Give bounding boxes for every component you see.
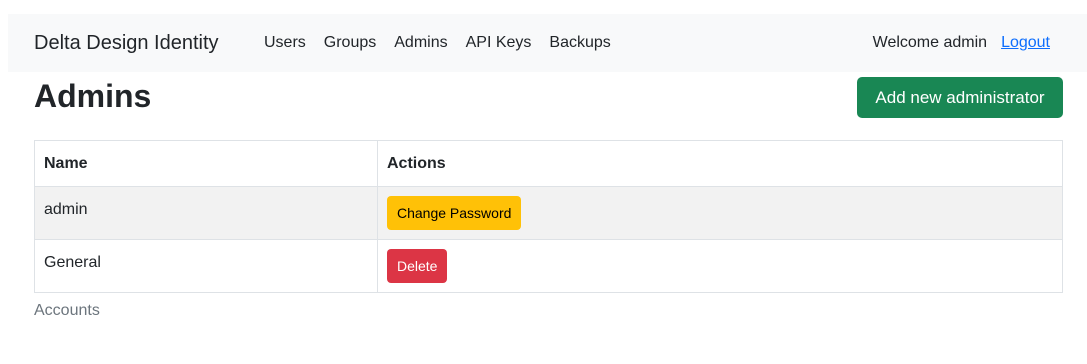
nav-links: Users Groups Admins API Keys Backups: [264, 14, 629, 72]
nav-user-area: Welcome admin Logout: [873, 14, 1050, 72]
table-cell-actions: Delete: [377, 239, 1063, 293]
table-cell-actions: Change Password: [377, 186, 1063, 240]
table-row: admin Change Password: [34, 186, 1063, 240]
brand-name[interactable]: Delta Design Identity: [34, 14, 219, 72]
page: Delta Design Identity Users Groups Admin…: [0, 0, 1087, 364]
admin-name: General: [44, 254, 101, 271]
table-header-row: Name Actions: [34, 140, 1063, 187]
admin-name: admin: [44, 201, 88, 218]
welcome-text: Welcome admin: [872, 34, 988, 51]
change-password-button[interactable]: Change Password: [387, 196, 522, 230]
column-header-actions: Actions: [377, 140, 1063, 187]
column-header-name: Name: [34, 140, 378, 187]
logout-link[interactable]: Logout: [1001, 34, 1050, 52]
nav-link-backups[interactable]: Backups: [549, 34, 610, 52]
nav-link-api-keys[interactable]: API Keys: [466, 34, 532, 52]
nav-link-admins[interactable]: Admins: [394, 34, 447, 52]
top-navbar: Delta Design Identity Users Groups Admin…: [8, 14, 1087, 72]
table-row: General Delete: [34, 239, 1063, 293]
nav-link-groups[interactable]: Groups: [324, 34, 376, 52]
table-cell-name: General: [34, 239, 378, 293]
page-title: Admins: [34, 78, 152, 114]
admins-table: Name Actions admin Change Password Gener…: [34, 140, 1063, 293]
add-administrator-button[interactable]: Add new administrator: [857, 77, 1063, 118]
accounts-label: Accounts: [34, 302, 100, 319]
nav-link-users[interactable]: Users: [264, 34, 306, 52]
delete-button[interactable]: Delete: [387, 249, 448, 283]
table-cell-name: admin: [34, 186, 378, 240]
